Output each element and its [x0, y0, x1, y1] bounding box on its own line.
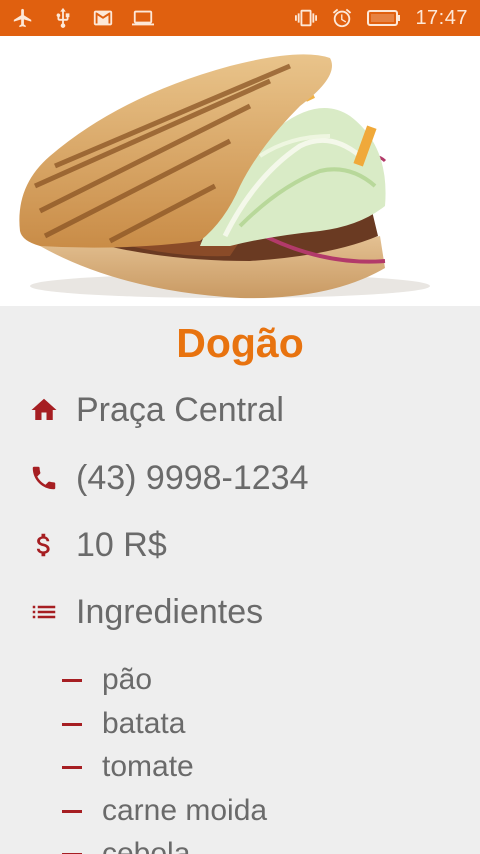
dash-icon [62, 722, 82, 726]
ingredients-row: Ingredientes [0, 590, 480, 634]
ingredients-label: Ingredientes [76, 592, 264, 631]
dash-icon [62, 809, 82, 813]
list-icon [28, 596, 60, 628]
battery-icon [367, 7, 401, 29]
ingredient-text: pão [102, 663, 153, 696]
list-item: carne moida [0, 792, 480, 836]
vibrate-icon [295, 7, 318, 29]
address-text: Praça Central [76, 390, 284, 429]
gmail-icon [92, 7, 114, 29]
list-item: batata [0, 705, 480, 749]
phone-row[interactable]: (43) 9998-1234 [0, 456, 480, 500]
alarm-icon [331, 7, 353, 29]
list-item: tomate [0, 748, 480, 792]
list-item: pão [0, 661, 480, 705]
dollar-icon [28, 529, 60, 561]
ingredient-text: tomate [102, 750, 194, 783]
list-item: cebola [0, 835, 480, 854]
price-row: 10 R$ [0, 523, 480, 567]
ingredient-text: cebola [102, 837, 191, 854]
price-text: 10 R$ [76, 525, 167, 564]
airplane-icon [12, 7, 34, 29]
dash-icon [62, 766, 82, 769]
ingredient-text: batata [102, 706, 186, 740]
hero-image [0, 36, 480, 306]
usb-icon [52, 7, 74, 29]
page-title: Dogão [176, 320, 304, 366]
place-details: Dogão Praça Central (43) 9998-1234 10 R$… [0, 306, 480, 854]
ingredient-text: carne moida [102, 793, 268, 827]
status-bar: 17:47 [0, 0, 480, 36]
laptop-icon [132, 7, 154, 29]
status-time: 17:47 [415, 6, 468, 29]
home-icon [28, 394, 60, 426]
ingredients-list: pão batata tomate carne moida cebola [0, 661, 480, 854]
sandwich-photo [19, 54, 430, 299]
dash-icon [62, 679, 82, 682]
address-row: Praça Central [0, 388, 480, 432]
phone-icon [28, 462, 60, 494]
phone-text: (43) 9998-1234 [76, 458, 309, 497]
